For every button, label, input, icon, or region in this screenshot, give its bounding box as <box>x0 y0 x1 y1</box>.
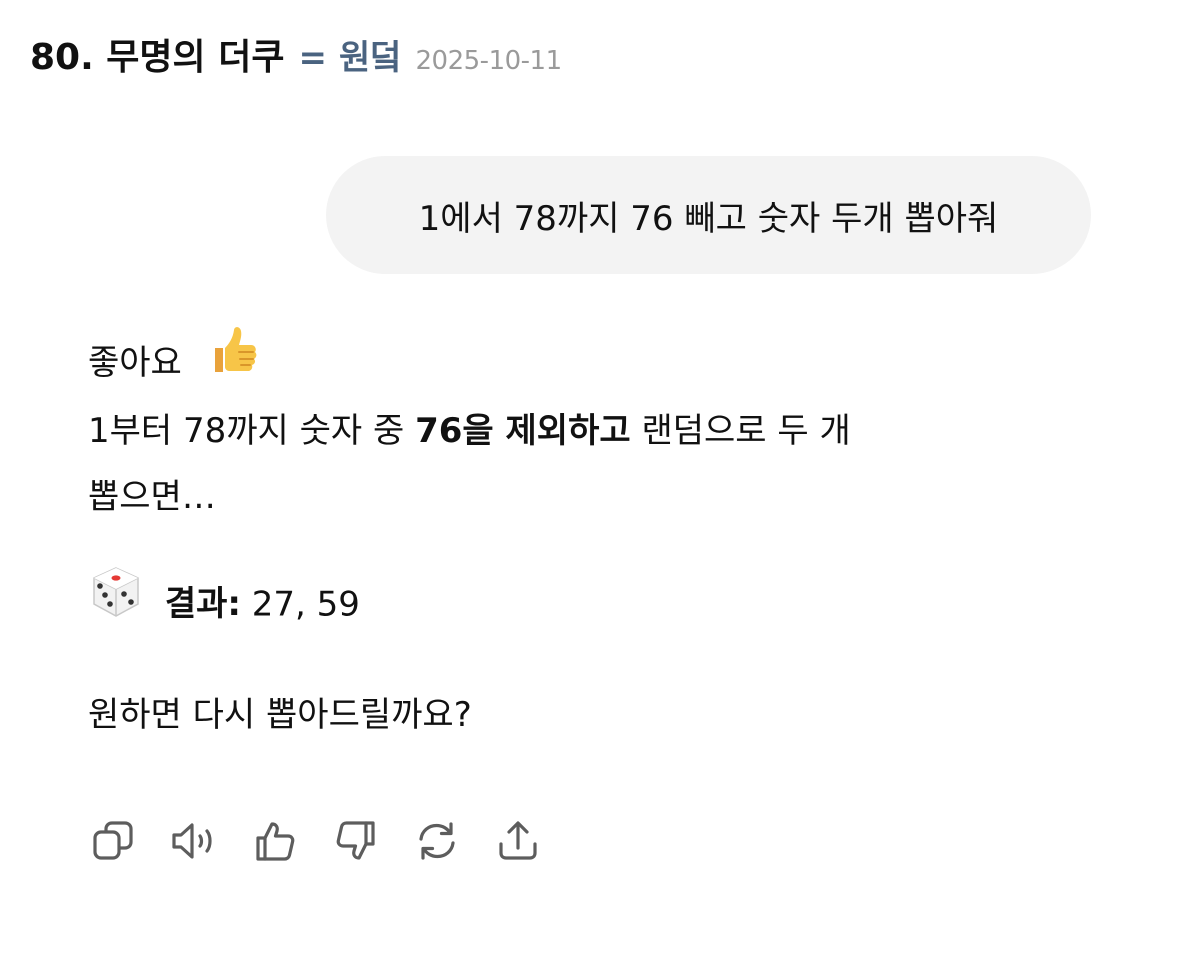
chat-screenshot: 80. 무명의 더쿠 = 원덬 2025-10-11 1에서 78까지 76 빼… <box>0 0 1179 964</box>
copy-icon <box>93 821 133 860</box>
speaker-icon <box>172 823 212 859</box>
reply-line-2: 1부터 78까지 숫자 중 76을 제외하고 랜덤으로 두 개 <box>88 398 1088 464</box>
user-message-text: 1에서 78까지 76 빼고 숫자 두개 뽑아줘 <box>418 198 999 239</box>
share-icon <box>499 821 537 860</box>
thumbs-down-icon <box>336 821 375 860</box>
thumbs-up-emoji-icon <box>207 322 261 398</box>
reply-line-3: 뽑으면… <box>88 476 216 517</box>
result-value: 27, 59 <box>240 584 360 624</box>
assistant-message: 좋아요 1부터 78까지 숫자 중 76을 제외하고 랜덤으로 두 개 뽑으면… <box>88 326 1088 748</box>
reply-greeting: 좋아요 <box>88 343 182 383</box>
reply-line-2-end: 랜덤으로 두 개 <box>630 410 851 451</box>
share-button[interactable] <box>493 816 543 866</box>
read-aloud-button[interactable] <box>169 816 219 866</box>
copy-button[interactable] <box>88 816 138 866</box>
post-date: 2025-10-11 <box>415 46 563 76</box>
closing-question: 원하면 다시 뽑아드릴까요? <box>88 694 472 735</box>
reply-line-2-emphasis: 76을 제외하고 <box>415 410 631 451</box>
regenerate-button[interactable] <box>412 816 462 866</box>
thumbs-up-icon <box>256 822 295 861</box>
reply-line-2-start: 1부터 78까지 숫자 중 <box>88 410 416 451</box>
user-message-bubble: 1에서 78까지 76 빼고 숫자 두개 뽑아줘 <box>326 156 1091 274</box>
result-label: 결과: <box>164 584 241 624</box>
post-header: 80. 무명의 더쿠 = 원덬 2025-10-11 <box>30 28 562 78</box>
bad-response-button[interactable] <box>331 816 381 866</box>
separator: = <box>298 38 327 78</box>
reply-line-1: 좋아요 <box>88 326 1088 398</box>
author-alias: 원덬 <box>338 38 402 78</box>
message-actions <box>88 816 574 866</box>
post-title: 80. 무명의 더쿠 <box>30 37 285 78</box>
good-response-button[interactable] <box>250 816 300 866</box>
dice-emoji-icon <box>88 564 144 642</box>
result-line: 결과: 27, 59 <box>88 566 1088 642</box>
refresh-icon <box>419 822 455 860</box>
